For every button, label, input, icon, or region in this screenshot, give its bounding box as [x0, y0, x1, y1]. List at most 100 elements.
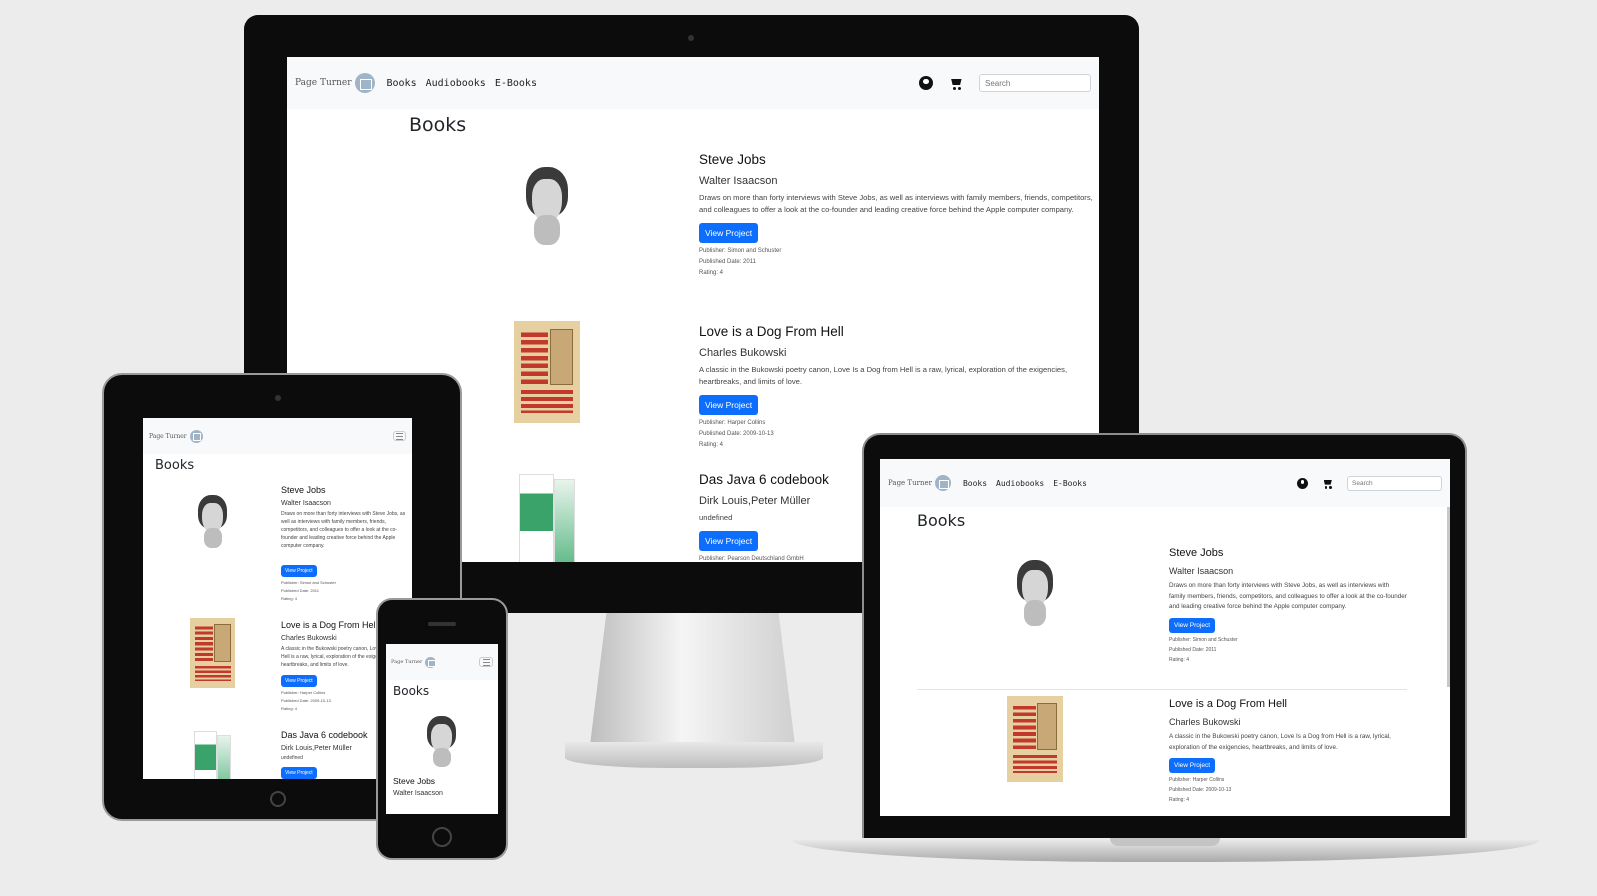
search-input[interactable] [1347, 475, 1442, 491]
navbar: Page Turner [143, 418, 412, 454]
laptop-hinge-notch [1110, 838, 1220, 846]
view-project-button[interactable]: View Project [699, 223, 759, 243]
page-title: Books [917, 511, 966, 530]
book-title: Steve Jobs [1169, 547, 1224, 559]
laptop-screen: Page Turner Books Audiobooks E-Books Boo… [880, 459, 1450, 816]
nav-link-audiobooks[interactable]: Audiobooks [996, 479, 1044, 488]
page-title: Books [155, 458, 195, 473]
brand-name: Page Turner [149, 432, 187, 440]
book-cover-image [419, 704, 464, 770]
view-project-button[interactable]: View Project [1169, 758, 1216, 773]
navbar: Page Turner Books Audiobooks E-Books [287, 57, 1099, 109]
book-author: Walter Isaacson [1169, 566, 1234, 576]
book-rating: Rating: 4 [1169, 656, 1190, 663]
tablet-camera [275, 395, 281, 401]
book-description: Draws on more than forty interviews with… [1169, 582, 1407, 610]
book-title: Steve Jobs [281, 485, 326, 495]
nav-link-ebooks[interactable]: E-Books [495, 78, 537, 89]
shopping-cart-icon[interactable] [949, 76, 963, 90]
book-publisher: Publisher: Simon and Schuster [699, 248, 782, 254]
scrollbar[interactable] [1447, 507, 1450, 687]
nav-right [1297, 475, 1442, 491]
tablet-home-button[interactable] [270, 791, 286, 807]
brand-logo[interactable]: Page Turner [888, 475, 951, 491]
view-project-button[interactable]: View Project [281, 675, 317, 687]
book-rating: Rating: 4 [699, 270, 724, 276]
nav-link-audiobooks[interactable]: Audiobooks [426, 78, 486, 89]
view-project-button[interactable]: View Project [699, 531, 759, 551]
monitor-camera [688, 35, 694, 41]
book-logo-icon [425, 656, 437, 668]
book-cover-image [514, 149, 580, 249]
book-publisher: Publisher: Simon and Schuster [1169, 636, 1238, 643]
nav-right [919, 74, 1091, 92]
nav-links: Books Audiobooks E-Books [963, 479, 1087, 488]
phone-home-button[interactable] [432, 827, 452, 847]
nav-link-books[interactable]: Books [963, 479, 987, 488]
nav-link-books[interactable]: Books [387, 78, 417, 89]
book-published-date: Published Date: 2009-10-13 [1169, 787, 1232, 793]
book-title: Love is a Dog From Hell [699, 324, 844, 339]
phone: Page Turner Books Steve Jobs Walter Isaa… [376, 598, 508, 860]
monitor-stand-neck [590, 613, 795, 745]
book-card: Steve Jobs Walter Isaacson Draws on more… [514, 149, 1099, 321]
book-description: A classic in the Bukowski poetry canon, … [699, 365, 1068, 386]
book-author: Walter Isaacson [393, 790, 443, 797]
book-info: Steve Jobs Walter Isaacson Draws on more… [1169, 545, 1407, 690]
laptop: Page Turner Books Audiobooks E-Books Boo… [862, 433, 1467, 843]
book-published-date: Published Date: 2011 [699, 259, 756, 265]
book-card: Steve Jobs Walter Isaacson [386, 704, 498, 797]
nav-links: Books Audiobooks E-Books [387, 78, 537, 89]
book-cover-image [514, 469, 580, 562]
book-published-date: Published Date: 2011 [281, 588, 319, 593]
book-logo-icon [934, 475, 951, 491]
brand-logo[interactable]: Page Turner [295, 73, 375, 93]
book-cover-image [1007, 696, 1063, 782]
page-title: Books [393, 684, 430, 698]
nav-link-ebooks[interactable]: E-Books [1053, 479, 1087, 488]
book-logo-icon [189, 429, 203, 443]
book-info: Love is a Dog From Hell Charles Bukowski… [1169, 696, 1407, 816]
tablet-screen: Page Turner Books Steve Jobs Walter Isaa… [143, 418, 412, 779]
page-title: Books [409, 114, 467, 136]
book-card: Love is a Dog From Hell Charles Bukowski… [917, 690, 1407, 816]
brand-logo[interactable]: Page Turner [391, 656, 437, 668]
brand-name: Page Turner [888, 479, 932, 487]
book-title: Love is a Dog From Hell [1169, 698, 1287, 710]
view-project-button[interactable]: View Project [281, 767, 317, 779]
book-publisher: Publisher: Harper Collins [1169, 777, 1225, 783]
book-author: Charles Bukowski [1169, 717, 1241, 727]
menu-toggle-button[interactable] [479, 657, 493, 667]
book-rating: Rating: 4 [1169, 797, 1190, 803]
search-input[interactable] [979, 74, 1091, 92]
book-cover-image [190, 483, 235, 551]
navbar: Page Turner Books Audiobooks E-Books [880, 459, 1450, 507]
view-project-button[interactable]: View Project [699, 395, 759, 415]
book-card: Steve Jobs Walter Isaacson Draws on more… [917, 545, 1407, 690]
book-cover-image [190, 728, 235, 779]
brand-logo[interactable]: Page Turner [149, 429, 203, 443]
menu-toggle-button[interactable] [393, 431, 406, 441]
book-author: Charles Bukowski [699, 347, 787, 359]
nav-right [479, 657, 493, 667]
book-cover-image [190, 618, 235, 688]
book-info: Steve Jobs Walter Isaacson Draws on more… [699, 149, 1099, 321]
brand-name: Page Turner [391, 659, 423, 665]
book-author: Walter Isaacson [281, 500, 331, 507]
book-cover-image [514, 321, 580, 423]
book-title: Steve Jobs [393, 776, 436, 786]
brand-name: Page Turner [295, 78, 352, 88]
book-publisher: Publisher: Simon and Schuster [281, 580, 336, 585]
user-account-icon[interactable] [919, 76, 933, 90]
shopping-cart-icon[interactable] [1322, 478, 1333, 489]
navbar: Page Turner [386, 644, 498, 680]
view-project-button[interactable]: View Project [1169, 617, 1216, 633]
user-account-icon[interactable] [1297, 477, 1308, 489]
phone-earpiece [428, 622, 456, 626]
book-published-date: Published Date: 2011 [1169, 646, 1217, 653]
book-description: A classic in the Bukowski poetry canon, … [1169, 733, 1391, 751]
view-project-button[interactable]: View Project [281, 565, 317, 577]
phone-screen: Page Turner Books Steve Jobs Walter Isaa… [386, 644, 498, 814]
book-description: Draws on more than forty interviews with… [699, 193, 1093, 214]
monitor-stand-base [565, 742, 823, 768]
